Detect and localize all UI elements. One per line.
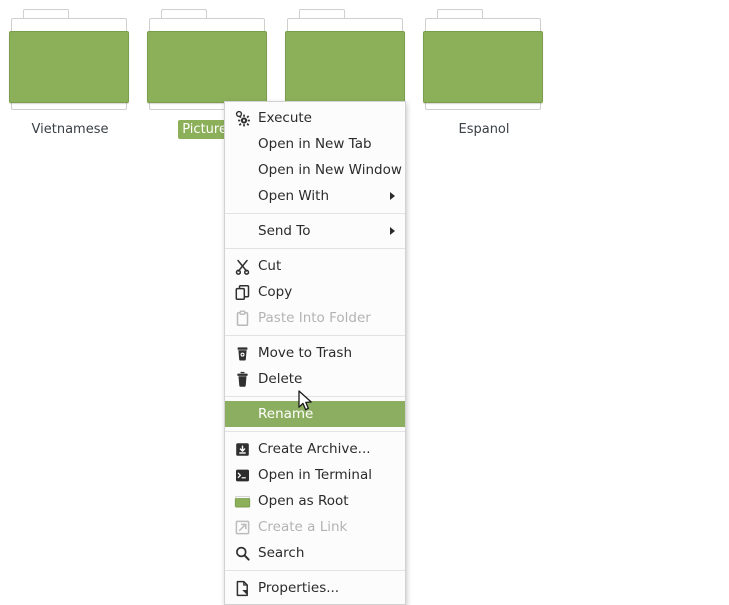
folder-icon: [285, 8, 407, 116]
menu-item-label: Send To: [258, 223, 311, 239]
menu-item-rename[interactable]: Rename: [225, 401, 405, 427]
folder-front: [9, 31, 129, 103]
menu-item-label: Delete: [258, 371, 303, 387]
menu-item-label: Create a Link: [258, 519, 348, 535]
context-menu[interactable]: Execute Open in New Tab Open in New Wind…: [224, 101, 406, 605]
file-label: Espanol: [458, 122, 510, 137]
menu-item-label: Create Archive...: [258, 441, 371, 457]
menu-item-open-in-new-tab[interactable]: Open in New Tab: [225, 131, 405, 157]
chevron-right-icon: [390, 227, 395, 235]
menu-separator: [225, 570, 405, 571]
folder-icon: [9, 8, 131, 116]
menu-item-delete[interactable]: Delete: [225, 366, 405, 392]
menu-separator: [225, 213, 405, 214]
menu-item-open-as-root[interactable]: Open as Root: [225, 488, 405, 514]
menu-item-open-with[interactable]: Open With: [225, 183, 405, 209]
folder-front: [147, 31, 267, 103]
chevron-right-icon: [390, 192, 395, 200]
menu-item-create-a-link[interactable]: Create a Link: [225, 514, 405, 540]
no-icon: [234, 223, 251, 240]
folder-front: [285, 31, 405, 103]
menu-item-label: Cut: [258, 258, 282, 274]
menu-item-execute[interactable]: Execute: [225, 105, 405, 131]
menu-item-label: Rename: [258, 406, 314, 422]
folder-icon: [423, 8, 545, 116]
menu-item-cut[interactable]: Cut: [225, 253, 405, 279]
gear-execute-icon: [234, 110, 251, 127]
menu-item-create-archive[interactable]: Create Archive...: [225, 436, 405, 462]
menu-item-label: Open as Root: [258, 493, 349, 509]
menu-item-label: Move to Trash: [258, 345, 353, 361]
menu-separator: [225, 431, 405, 432]
menu-item-label: Copy: [258, 284, 293, 300]
delete-bin-icon: [234, 371, 251, 388]
menu-separator: [225, 396, 405, 397]
menu-item-label: Paste Into Folder: [258, 310, 371, 326]
file-item-vietnamese[interactable]: Vietnamese: [7, 8, 133, 139]
no-icon: [234, 136, 251, 153]
menu-item-label: Search: [258, 545, 305, 561]
menu-separator: [225, 335, 405, 336]
scissors-icon: [234, 258, 251, 275]
menu-item-send-to[interactable]: Send To: [225, 218, 405, 244]
copy-icon: [234, 284, 251, 301]
properties-icon: [234, 580, 251, 597]
menu-item-label: Open in New Tab: [258, 136, 372, 152]
menu-item-label: Properties...: [258, 580, 340, 596]
no-icon: [234, 406, 251, 423]
menu-item-label: Execute: [258, 110, 312, 126]
menu-item-move-to-trash[interactable]: Move to Trash: [225, 340, 405, 366]
menu-item-search[interactable]: Search: [225, 540, 405, 566]
no-icon: [234, 188, 251, 205]
folder-green-icon: [234, 493, 251, 510]
folder-icon: [147, 8, 269, 116]
search-icon: [234, 545, 251, 562]
no-icon: [234, 162, 251, 179]
menu-item-label: Open With: [258, 188, 330, 204]
menu-item-properties[interactable]: Properties...: [225, 575, 405, 601]
link-arrow-icon: [234, 519, 251, 536]
file-item-espanol[interactable]: Espanol: [421, 8, 547, 139]
menu-item-open-in-new-window[interactable]: Open in New Window: [225, 157, 405, 183]
menu-item-paste-into-folder[interactable]: Paste Into Folder: [225, 305, 405, 331]
menu-separator: [225, 248, 405, 249]
terminal-icon: [234, 467, 251, 484]
archive-icon: [234, 441, 251, 458]
trash-can-icon: [234, 345, 251, 362]
menu-item-label: Open in Terminal: [258, 467, 372, 483]
menu-item-open-in-terminal[interactable]: Open in Terminal: [225, 462, 405, 488]
file-label: Vietnamese: [31, 122, 109, 137]
folder-front: [423, 31, 543, 103]
menu-item-copy[interactable]: Copy: [225, 279, 405, 305]
clipboard-icon: [234, 310, 251, 327]
menu-item-label: Open in New Window: [258, 162, 402, 178]
